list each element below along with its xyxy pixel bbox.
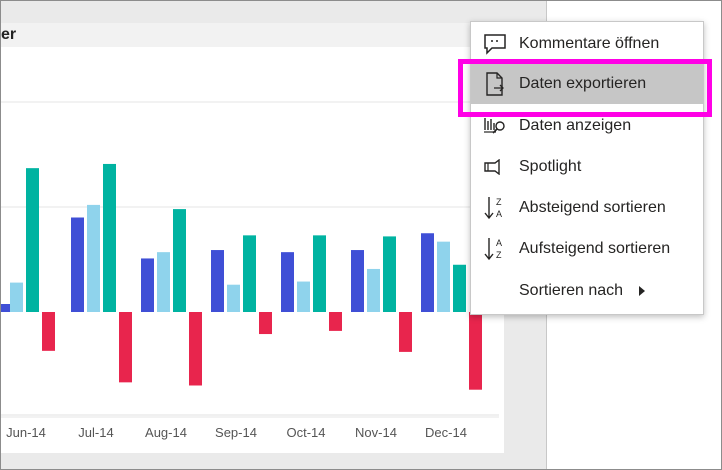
svg-text:Z: Z	[496, 197, 502, 207]
bar-Sep-14-s2[interactable]	[227, 284, 240, 312]
bar-Aug-14-s1[interactable]	[141, 258, 154, 312]
menu-item-absteigend-sortieren[interactable]: ZA Absteigend sortieren	[471, 188, 703, 228]
bar-Aug-14-s4[interactable]	[189, 312, 202, 386]
bar-Jul-14-s4[interactable]	[119, 312, 132, 383]
svg-text:A: A	[496, 238, 502, 248]
context-menu: Kommentare öffnen Daten exportieren Date…	[470, 21, 704, 315]
bar-Jul-14-s3[interactable]	[103, 163, 116, 312]
x-tick-label: Nov-14	[355, 425, 397, 440]
bar-Sep-14-s3[interactable]	[243, 235, 256, 312]
x-tick-label: Jun-14	[6, 425, 46, 440]
menu-item-daten-anzeigen[interactable]: Daten anzeigen	[471, 106, 703, 146]
menu-item-label: Aufsteigend sortieren	[519, 240, 671, 257]
menu-item-label: Daten anzeigen	[519, 117, 632, 134]
view-data-icon	[471, 106, 519, 146]
bar-chart-visual[interactable]: er Jun-14 Jul-14 Aug-14 Sep-14 Oct-14 Nov-14 D…	[1, 23, 504, 453]
spotlight-icon	[471, 147, 519, 187]
menu-item-label: Kommentare öffnen	[519, 35, 660, 52]
bar-Jul-14-s2[interactable]	[87, 204, 100, 312]
menu-item-label: Daten exportieren	[519, 75, 647, 92]
bar-Dec-14-s4[interactable]	[469, 312, 482, 390]
x-tick-label: Sep-14	[215, 425, 257, 440]
menu-item-spotlight[interactable]: Spotlight	[471, 147, 703, 187]
svg-text:A: A	[496, 209, 502, 219]
menu-item-label: Sortieren nach	[519, 282, 624, 299]
menu-item-sortieren-nach[interactable]: Sortieren nach	[471, 271, 703, 311]
sort-descending-icon: ZA	[471, 188, 519, 228]
bar-Jun-14-s3[interactable]	[26, 168, 39, 312]
sort-ascending-icon: AZ	[471, 229, 519, 269]
bar-Sep-14-s4[interactable]	[259, 312, 272, 335]
bar-Dec-14-s3[interactable]	[453, 264, 466, 312]
bar-Sep-14-s1[interactable]	[211, 250, 224, 312]
bar-Jun-14-s1[interactable]	[1, 304, 10, 312]
bar-Oct-14-s2[interactable]	[297, 281, 310, 312]
x-tick-label: Oct-14	[286, 425, 325, 440]
menu-item-kommentare-oeffnen[interactable]: Kommentare öffnen	[471, 24, 703, 64]
menu-item-daten-exportieren[interactable]: Daten exportieren	[471, 64, 703, 104]
bar-Oct-14-s1[interactable]	[281, 252, 294, 312]
bar-Nov-14-s2[interactable]	[367, 268, 380, 312]
menu-item-label: Spotlight	[519, 158, 582, 175]
bar-Dec-14-s2[interactable]	[437, 241, 450, 312]
export-data-icon	[471, 64, 519, 104]
bar-Jun-14-s4[interactable]	[42, 312, 55, 351]
bar-Nov-14-s3[interactable]	[383, 236, 396, 312]
comment-icon	[471, 24, 519, 64]
bar-Jul-14-s1[interactable]	[71, 217, 84, 313]
bar-Nov-14-s1[interactable]	[351, 250, 364, 312]
x-tick-label: Aug-14	[145, 425, 187, 440]
svg-text:Z: Z	[496, 250, 502, 260]
clustered-bar-chart: Jun-14 Jul-14 Aug-14 Sep-14 Oct-14 Nov-14 Dec-…	[1, 101, 499, 440]
x-tick-label: Jul-14	[78, 425, 113, 440]
bar-Aug-14-s2[interactable]	[157, 252, 170, 312]
bar-Oct-14-s3[interactable]	[313, 235, 326, 312]
menu-item-aufsteigend-sortieren[interactable]: AZ Aufsteigend sortieren	[471, 229, 703, 269]
menu-item-label: Absteigend sortieren	[519, 199, 666, 216]
bar-Jun-14-s2[interactable]	[10, 282, 23, 312]
bar-Oct-14-s4[interactable]	[329, 312, 342, 331]
bar-Aug-14-s3[interactable]	[173, 209, 186, 312]
x-tick-label: Dec-14	[425, 425, 467, 440]
app-frame: er Jun-14 Jul-14 Aug-14 Sep-14 Oct-14 Nov-14 D…	[0, 0, 722, 470]
bar-Nov-14-s4[interactable]	[399, 312, 412, 352]
chevron-right-icon	[639, 286, 646, 296]
bar-Dec-14-s1[interactable]	[421, 233, 434, 312]
